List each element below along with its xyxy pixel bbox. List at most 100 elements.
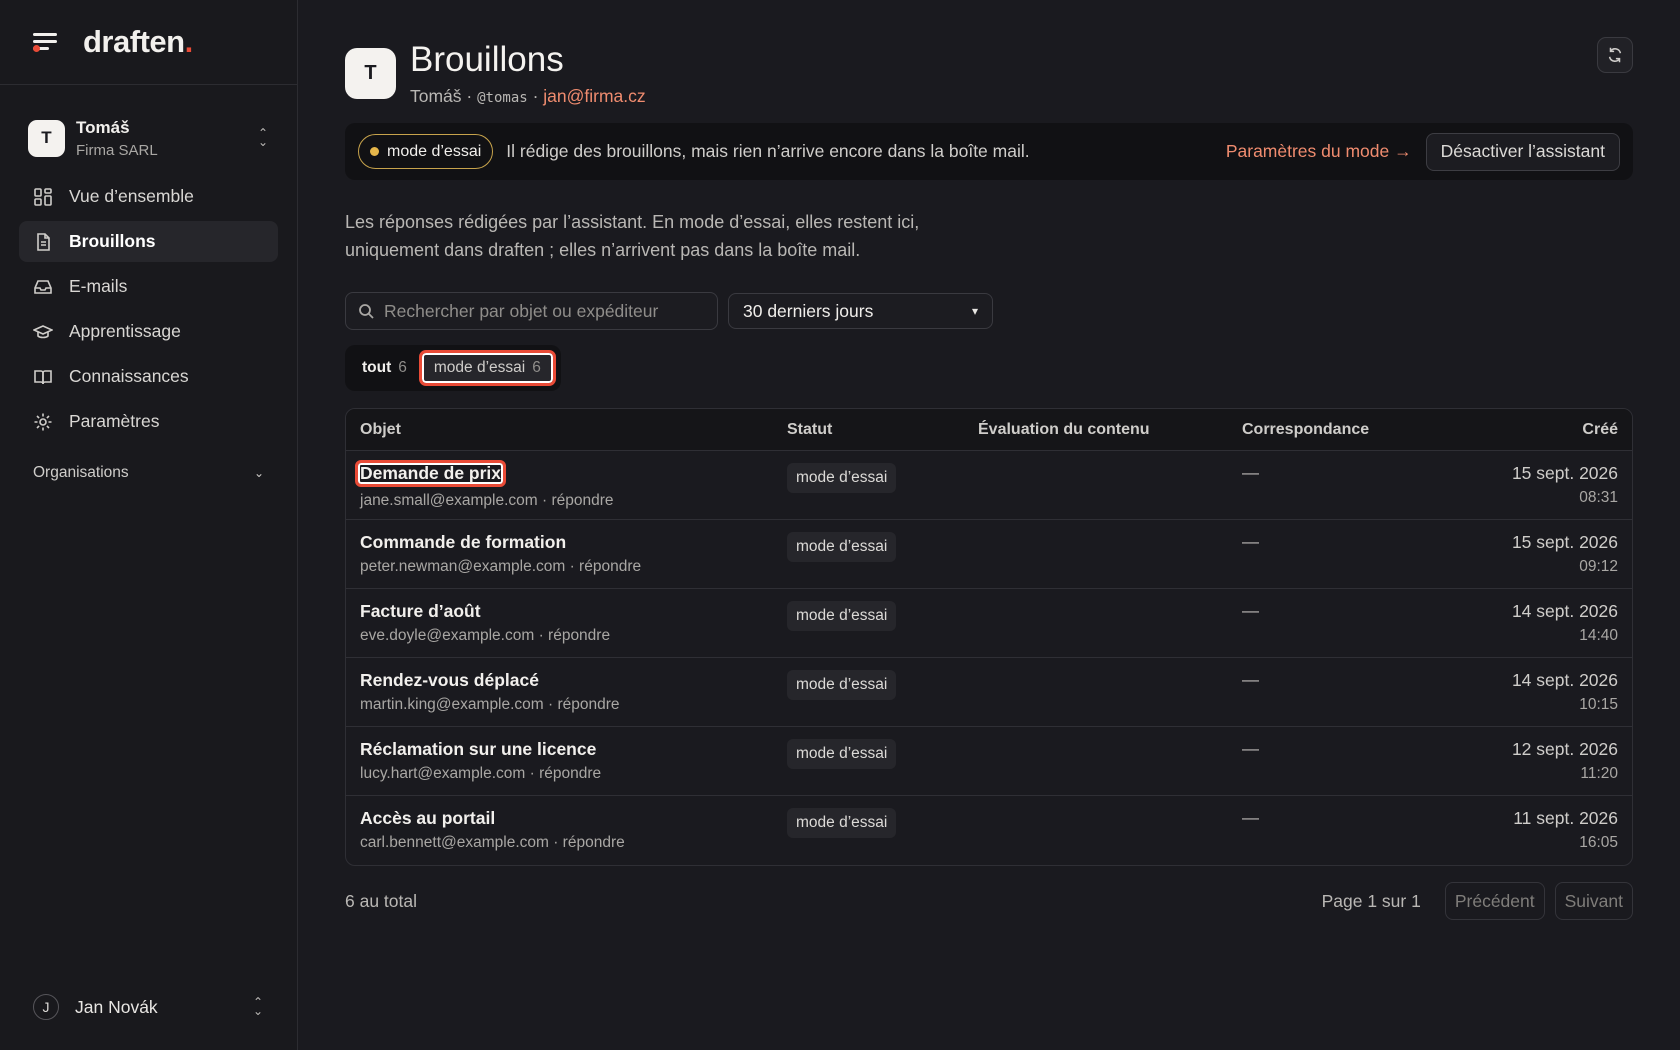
evaluation-cell	[978, 796, 1242, 808]
evaluation-cell	[978, 589, 1242, 601]
status-badge: mode d’essai	[787, 601, 897, 631]
search-box[interactable]	[345, 292, 718, 330]
draft-sender: eve.doyle@example.com · répondre	[360, 627, 611, 644]
table-header: Objet Statut Évaluation du contenu Corre…	[346, 409, 1632, 451]
sidebar-item-settings[interactable]: Paramètres	[19, 401, 278, 442]
chevron-up-down-icon: ⌃ ⌄	[257, 126, 269, 149]
header-email-link[interactable]: jan@firma.cz	[543, 86, 645, 106]
page-header: T Brouillons Tomáš · @tomas · jan@firma.…	[345, 40, 1633, 107]
search-icon	[359, 304, 374, 319]
document-icon	[33, 232, 53, 252]
org-company-name: Firma SARL	[76, 141, 158, 159]
status-tabs: tout 6 mode d’essai 6	[345, 345, 561, 391]
created-date: 12 sept. 2026	[1511, 739, 1618, 759]
previous-page-button[interactable]: Précédent	[1444, 882, 1545, 920]
user-menu[interactable]: J Jan Novák ⌃ ⌄	[33, 994, 264, 1020]
match-value: —	[1242, 532, 1259, 551]
organisations-section-toggle[interactable]: Organisations ⌄	[0, 464, 297, 482]
sidebar-item-emails[interactable]: E-mails	[19, 266, 278, 307]
tab-trial-mode[interactable]: mode d’essai 6	[418, 350, 556, 386]
evaluation-cell	[978, 451, 1242, 463]
drafts-table: Objet Statut Évaluation du contenu Corre…	[345, 408, 1633, 866]
draft-subject[interactable]: Commande de formation	[360, 532, 566, 553]
draft-subject[interactable]: Rendez-vous déplacé	[360, 670, 539, 691]
table-row[interactable]: Rendez-vous déplacé martin.king@example.c…	[346, 658, 1632, 727]
mode-settings-link[interactable]: Paramètres du mode →	[1226, 141, 1412, 162]
column-header-status[interactable]: Statut	[787, 421, 978, 439]
total-count: 6 au total	[345, 890, 417, 911]
match-value: —	[1242, 808, 1259, 827]
table-row[interactable]: Réclamation sur une licence lucy.hart@exa…	[346, 727, 1632, 796]
draft-subject[interactable]: Accès au portail	[360, 808, 495, 829]
sidebar-item-drafts[interactable]: Brouillons	[19, 221, 278, 262]
column-header-subject[interactable]: Objet	[360, 421, 787, 439]
match-value: —	[1242, 601, 1259, 620]
created-date: 14 sept. 2026	[1511, 601, 1618, 621]
created-time: 14:40	[1579, 627, 1618, 644]
evaluation-cell	[978, 658, 1242, 670]
sidebar-item-label: Paramètres	[69, 411, 160, 431]
refresh-icon	[1608, 47, 1622, 63]
page-subtitle: Tomáš · @tomas · jan@firma.cz	[410, 86, 646, 106]
evaluation-cell	[978, 727, 1242, 739]
sidebar-item-label: E-mails	[69, 276, 128, 296]
column-header-match[interactable]: Correspondance	[1242, 421, 1442, 439]
column-header-evaluation[interactable]: Évaluation du contenu	[978, 421, 1242, 439]
sidebar-item-knowledge[interactable]: Connaissances	[19, 356, 278, 397]
draft-sender: jane.small@example.com · répondre	[360, 492, 614, 509]
next-page-button[interactable]: Suivant	[1554, 882, 1633, 920]
period-select[interactable]: 30 derniers jours ▾	[728, 293, 993, 329]
draft-sender: peter.newman@example.com · répondre	[360, 558, 642, 575]
header-handle: @tomas	[477, 90, 528, 106]
status-badge: mode d’essai	[787, 670, 897, 700]
sidebar-item-overview[interactable]: Vue d’ensemble	[19, 176, 278, 217]
sidebar-item-label: Connaissances	[69, 366, 189, 386]
filter-bar: 30 derniers jours ▾	[345, 292, 1633, 330]
disable-assistant-button[interactable]: Désactiver l’assistant	[1425, 132, 1620, 171]
mode-badge: mode d’essai	[358, 134, 494, 169]
draft-subject[interactable]: Facture d’août	[360, 601, 481, 622]
created-date: 15 sept. 2026	[1511, 532, 1618, 552]
draft-subject[interactable]: Demande de prix	[355, 460, 507, 487]
created-date: 14 sept. 2026	[1511, 670, 1618, 690]
table-row[interactable]: Demande de prix jane.small@example.com · …	[346, 451, 1632, 520]
draft-sender: carl.bennett@example.com · répondre	[360, 834, 625, 851]
match-value: —	[1242, 463, 1259, 482]
grid-icon	[33, 187, 53, 207]
page-description: Les réponses rédigées par l’assistant. E…	[345, 212, 920, 260]
sidebar-item-learning[interactable]: Apprentissage	[19, 311, 278, 352]
table-footer: 6 au total Page 1 sur 1 Précédent Suivan…	[345, 882, 1633, 920]
table-row[interactable]: Commande de formation peter.newman@exampl…	[346, 520, 1632, 589]
period-select-value: 30 derniers jours	[743, 300, 874, 321]
mode-banner: mode d’essai Il rédige des brouillons, m…	[345, 123, 1633, 180]
draft-subject[interactable]: Réclamation sur une licence	[360, 739, 596, 760]
status-badge: mode d’essai	[787, 739, 897, 769]
created-date: 15 sept. 2026	[1511, 463, 1618, 483]
created-time: 08:31	[1579, 489, 1618, 506]
brand-bar: draften.	[0, 0, 297, 85]
tab-all[interactable]: tout 6	[350, 350, 419, 386]
match-value: —	[1242, 670, 1259, 689]
page-title: Brouillons	[410, 40, 564, 79]
menu-icon[interactable]	[33, 32, 59, 52]
match-value: —	[1242, 739, 1259, 758]
created-time: 10:15	[1579, 696, 1618, 713]
user-name: Jan Novák	[75, 996, 158, 1017]
chevron-down-icon: ⌄	[253, 466, 264, 480]
refresh-button[interactable]	[1597, 37, 1633, 73]
sidebar-nav: Vue d’ensemble Brouillons E-mails Appren…	[0, 176, 297, 442]
table-row[interactable]: Accès au portail carl.bennett@example.com…	[346, 796, 1632, 865]
status-badge: mode d’essai	[787, 463, 897, 493]
gear-icon	[33, 412, 53, 432]
logo[interactable]: draften.	[83, 24, 193, 60]
column-header-created[interactable]: Créé	[1442, 421, 1618, 439]
status-dot-icon	[370, 147, 379, 156]
avatar: J	[33, 994, 59, 1020]
search-input[interactable]	[384, 300, 684, 322]
org-switcher[interactable]: T Tomáš Firma SARL ⌃ ⌄	[0, 106, 297, 170]
created-date: 11 sept. 2026	[1513, 808, 1618, 828]
table-row[interactable]: Facture d’août eve.doyle@example.com · ré…	[346, 589, 1632, 658]
inbox-icon	[33, 277, 53, 297]
created-time: 09:12	[1579, 558, 1618, 575]
sidebar: draften. T Tomáš Firma SARL ⌃ ⌄ Vue d’ens…	[0, 0, 298, 1050]
